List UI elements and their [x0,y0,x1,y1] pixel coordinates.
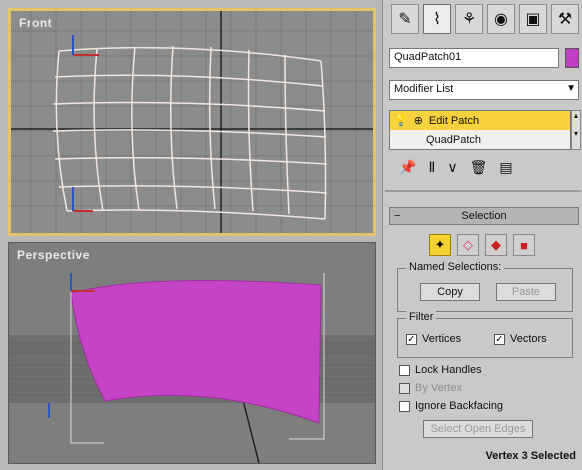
ignore-backfacing-checkbox[interactable]: Ignore Backfacing [399,400,503,412]
object-color-swatch[interactable] [565,48,579,68]
modify-icon: ⌇ [433,11,441,28]
named-selections-title: Named Selections: [406,261,505,273]
stack-item-edit-patch[interactable]: 💡 ⊕ Edit Patch [390,111,570,130]
by-vertex-checkbox[interactable]: By Vertex [399,382,462,394]
front-viewport[interactable]: Front [8,8,376,236]
utilities-icon: ⚒ [557,11,573,28]
stack-item-label: QuadPatch [426,133,482,146]
lightbulb-icon[interactable]: 💡 [394,114,408,127]
selection-rollout-title: Selection [461,210,507,222]
by-vertex-label: By Vertex [415,382,463,394]
checkmark-icon: ✓ [406,333,417,345]
perspective-viewport-canvas [9,273,375,463]
tab-motion[interactable]: ◉ [487,4,515,34]
tab-create[interactable]: ✎ [391,4,419,34]
ignore-backfacing-label: Ignore Backfacing [415,400,504,412]
hierarchy-icon: ⚘ [461,11,477,28]
make-unique-icon[interactable]: ∨ [447,159,457,176]
patch-icon: ◆ [491,237,501,252]
lock-handles-checkbox[interactable]: Lock Handles [399,364,482,376]
panel-divider [385,190,581,192]
object-name-field[interactable]: QuadPatch01 [389,48,559,68]
modifier-stack: 💡 ⊕ Edit Patch QuadPatch [389,110,571,150]
paste-button[interactable]: Paste [496,283,556,301]
stack-toolbar: 📌 Ⅱ ∨ 🗑 ▤ [389,156,579,178]
named-selections-group: Named Selections: Copy Paste [397,261,573,312]
command-panel: ✎ ⌇ ⚘ ◉ ▣ ⚒ QuadPatch01 Modifier List ▼ … [382,0,582,470]
chevron-down-icon: ▼ [566,83,576,94]
collapse-icon: − [394,210,401,222]
patch-level-button[interactable]: ◆ [485,234,507,256]
show-end-result-icon[interactable]: Ⅱ [428,159,435,176]
vertices-label: Vertices [422,333,462,345]
vectors-label: Vectors [510,333,547,345]
front-viewport-canvas [11,11,373,233]
copy-button[interactable]: Copy [420,283,480,301]
tab-display[interactable]: ▣ [519,4,547,34]
expand-icon[interactable]: ⊕ [414,114,423,127]
display-icon: ▣ [525,11,541,28]
pin-stack-icon[interactable]: 📌 [399,159,416,176]
stack-item-label: Edit Patch [428,114,480,127]
filter-group: Filter ✓ Vertices ✓ Vectors [397,311,573,358]
element-icon: ■ [520,237,528,253]
checkmark-icon: ✓ [494,333,505,345]
edge-level-button[interactable]: ◇ [457,234,479,256]
command-panel-tabs: ✎ ⌇ ⚘ ◉ ▣ ⚒ [385,4,581,38]
vertex-level-button[interactable]: ✦ [429,234,451,256]
perspective-viewport[interactable]: Perspective [8,242,376,464]
stack-item-quadpatch[interactable]: QuadPatch [390,130,570,149]
stack-scrollbar[interactable]: ▴ ▾ [571,110,581,150]
subobject-level-buttons: ✦ ◇ ◆ ■ [429,234,535,256]
select-open-edges-button[interactable]: Select Open Edges [423,420,533,438]
vertices-checkbox[interactable]: ✓ Vertices [406,333,461,345]
configure-modifier-sets-icon[interactable]: ▤ [499,159,512,176]
vertex-icon: ✦ [434,237,446,252]
filter-title: Filter [406,311,437,323]
edge-icon: ◇ [463,237,473,252]
selection-rollout-header[interactable]: − Selection [389,207,579,225]
motion-icon: ◉ [494,11,508,28]
tab-utilities[interactable]: ⚒ [551,4,579,34]
modifier-list-dropdown[interactable]: Modifier List ▼ [389,80,579,100]
modifier-list-label: Modifier List [394,83,454,95]
create-icon: ✎ [398,11,412,28]
lock-handles-label: Lock Handles [415,364,482,376]
vectors-checkbox[interactable]: ✓ Vectors [494,333,547,345]
tab-hierarchy[interactable]: ⚘ [455,4,483,34]
tab-modify[interactable]: ⌇ [423,4,451,34]
element-level-button[interactable]: ■ [513,234,535,256]
selection-status: Vertex 3 Selected [485,450,576,462]
remove-modifier-icon[interactable]: 🗑 [470,159,488,176]
